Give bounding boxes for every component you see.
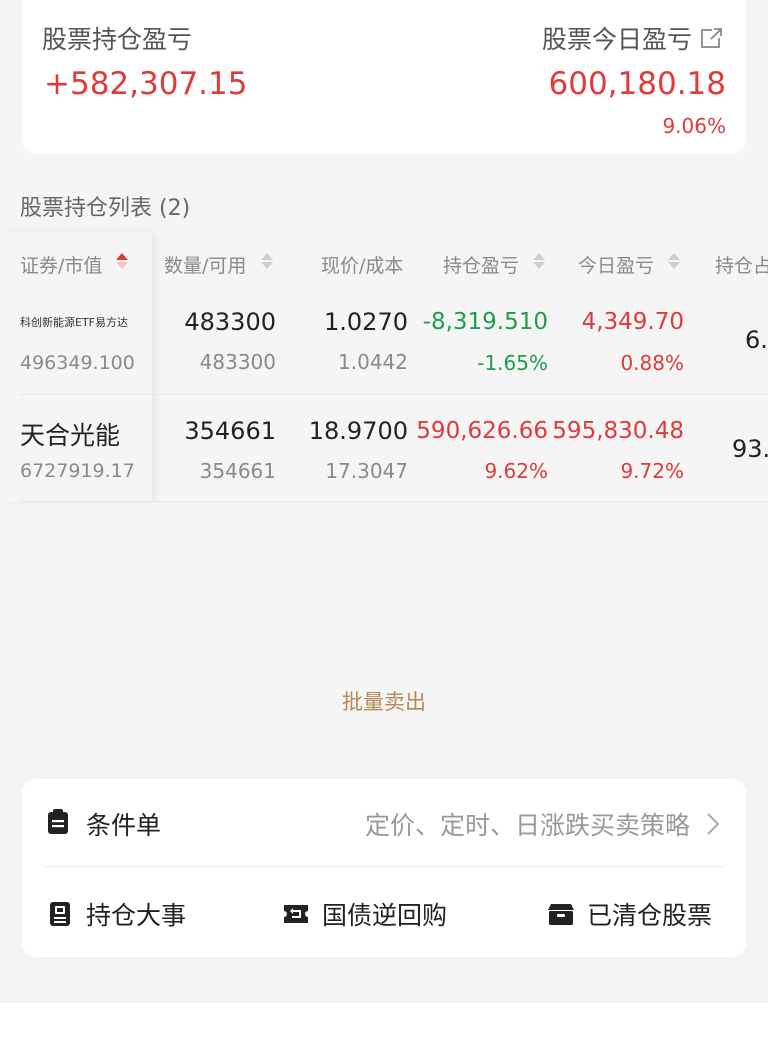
holding-pnl: 590,626.66 bbox=[416, 418, 548, 444]
conditional-order-row[interactable]: 条件单 定价、定时、日涨跌买卖策略 bbox=[22, 779, 746, 866]
header-today[interactable]: 今日盈亏 bbox=[578, 251, 654, 278]
conditional-order-hint: 定价、定时、日涨跌买卖策略 bbox=[364, 811, 690, 840]
today-pnl-link[interactable]: 股票今日盈亏 bbox=[542, 20, 724, 56]
conditional-order-label: 条件单 bbox=[86, 811, 162, 840]
today-pnl: 4,349.70 bbox=[581, 309, 684, 335]
holding-pnl-value: +582,307.15 bbox=[44, 66, 248, 102]
archive-box-icon bbox=[547, 902, 575, 926]
current-price: 18.9700 bbox=[308, 417, 408, 445]
market-value: 6727919.17 bbox=[20, 460, 135, 482]
treasury-repo-label: 国债逆回购 bbox=[322, 901, 448, 930]
holding-pnl-percent: 9.62% bbox=[484, 459, 548, 483]
tools-card: 条件单 定价、定时、日涨跌买卖策略 持仓大事 国债逆回购 已清仓股票 bbox=[22, 779, 746, 957]
header-price: 现价/成本 bbox=[321, 255, 404, 277]
batch-sell-button[interactable]: 批量卖出 bbox=[0, 686, 768, 716]
bottom-strip bbox=[0, 1003, 768, 1063]
position-events-button[interactable]: 持仓大事 bbox=[47, 894, 186, 934]
today-pnl-label: 股票今日盈亏 bbox=[541, 25, 692, 54]
clipboard-icon bbox=[47, 809, 69, 839]
header-pnl[interactable]: 持仓盈亏 bbox=[443, 251, 519, 278]
quantity: 483300 bbox=[184, 308, 276, 336]
row-divider bbox=[20, 501, 768, 502]
market-value: 496349.100 bbox=[20, 352, 135, 374]
position-ratio: 93. bbox=[732, 435, 768, 463]
available: 483300 bbox=[199, 350, 276, 374]
cleared-stocks-button[interactable]: 已清仓股票 bbox=[547, 894, 712, 934]
cost-price: 17.3047 bbox=[325, 459, 408, 483]
document-icon bbox=[47, 901, 73, 927]
header-security[interactable]: 证券/市值 bbox=[20, 251, 102, 278]
chevron-right-icon bbox=[706, 812, 720, 840]
today-pnl: 595,830.48 bbox=[552, 418, 684, 444]
ticket-icon bbox=[282, 902, 310, 926]
available: 354661 bbox=[199, 459, 276, 483]
holding-pnl-label: 股票持仓盈亏 bbox=[42, 25, 193, 54]
header-qty[interactable]: 数量/可用 bbox=[164, 251, 246, 278]
cost-price: 1.0442 bbox=[338, 350, 408, 374]
holding-pnl-percent: -1.65% bbox=[477, 351, 548, 375]
holding-pnl: -8,319.510 bbox=[422, 309, 548, 335]
today-pnl-value: 600,180.18 bbox=[548, 66, 727, 102]
treasury-repo-button[interactable]: 国债逆回购 bbox=[282, 894, 447, 934]
divider bbox=[44, 866, 724, 867]
position-ratio: 6. bbox=[745, 326, 768, 354]
today-pnl-percent: 0.88% bbox=[620, 351, 684, 375]
current-price: 1.0270 bbox=[324, 308, 408, 336]
holdings-list-title: 股票持仓列表 (2) bbox=[20, 196, 191, 221]
security-name: 科创新能源ETF易方达 bbox=[20, 316, 128, 329]
external-link-icon[interactable] bbox=[700, 26, 724, 50]
summary-card: 股票持仓盈亏 +582,307.15 股票今日盈亏 600,180.18 9.0… bbox=[22, 0, 746, 154]
today-pnl-percent: 9.72% bbox=[620, 459, 684, 483]
cleared-stocks-label: 已清仓股票 bbox=[587, 901, 713, 930]
today-pnl-percent: 9.06% bbox=[662, 114, 726, 138]
position-events-label: 持仓大事 bbox=[86, 901, 187, 930]
row-divider bbox=[20, 394, 768, 395]
header-ratio[interactable]: 持仓占 bbox=[715, 251, 768, 278]
holdings-table: 证券/市值 数量/可用 现价/成本 持仓盈亏 今日盈亏 持仓占 科创新能源ETF… bbox=[0, 232, 768, 745]
quantity: 354661 bbox=[184, 417, 276, 445]
security-name: 天合光能 bbox=[20, 421, 121, 450]
